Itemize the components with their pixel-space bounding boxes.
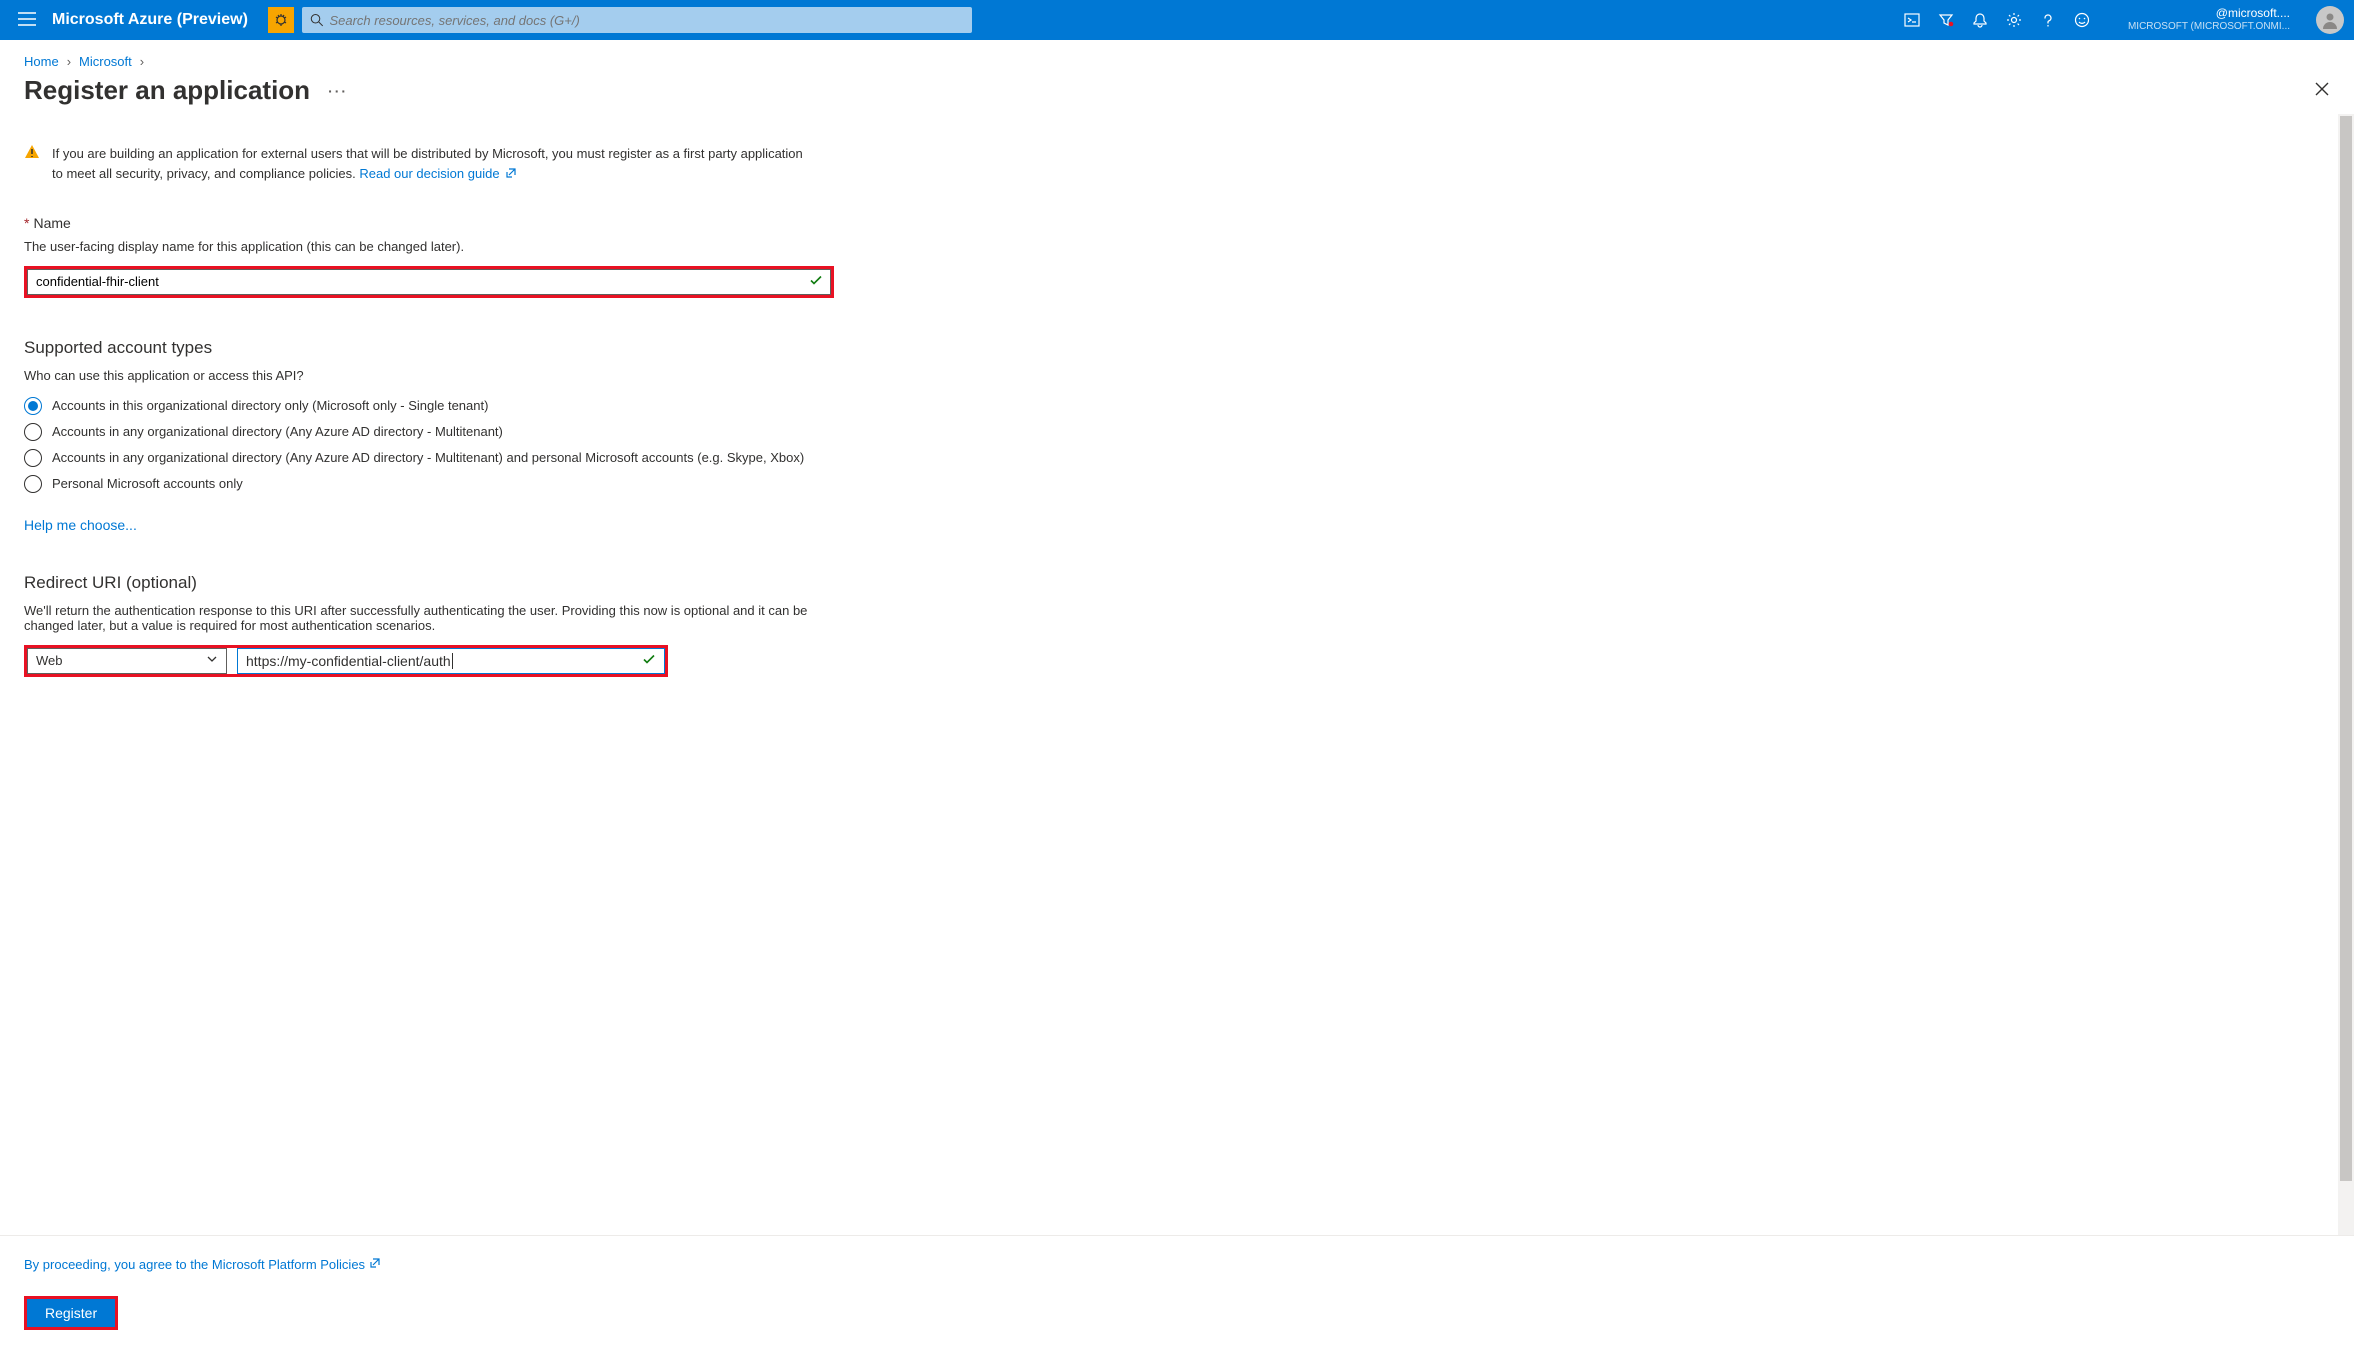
radio-multitenant[interactable]: Accounts in any organizational directory… bbox=[24, 423, 816, 441]
content-scroll-area: If you are building an application for e… bbox=[0, 114, 2354, 1236]
chevron-right-icon: › bbox=[140, 54, 144, 69]
radio-personal-only[interactable]: Personal Microsoft accounts only bbox=[24, 475, 816, 493]
global-search[interactable] bbox=[302, 7, 972, 33]
redirect-uri-input-wrap[interactable]: https://my-confidential-client/auth bbox=[237, 648, 665, 674]
redirect-heading: Redirect URI (optional) bbox=[24, 573, 816, 593]
feedback-smiley-icon[interactable] bbox=[2074, 12, 2090, 28]
account-types-question: Who can use this application or access t… bbox=[24, 368, 816, 383]
valid-check-icon bbox=[642, 652, 656, 669]
preview-bug-icon[interactable] bbox=[268, 7, 294, 33]
scrollbar[interactable] bbox=[2338, 114, 2354, 1235]
radio-unselected-icon bbox=[24, 475, 42, 493]
decision-guide-link[interactable]: Read our decision guide bbox=[359, 166, 517, 181]
required-star-icon: * bbox=[24, 215, 29, 231]
topbar-actions: @microsoft.... MICROSOFT (MICROSOFT.ONMI… bbox=[1904, 6, 2344, 34]
help-icon[interactable] bbox=[2040, 12, 2056, 28]
platform-select[interactable]: Web bbox=[27, 648, 227, 674]
hamburger-menu-icon[interactable] bbox=[10, 4, 44, 37]
chevron-down-icon bbox=[206, 653, 218, 668]
footer: By proceeding, you agree to the Microsof… bbox=[0, 1236, 2354, 1350]
scrollbar-thumb[interactable] bbox=[2340, 116, 2352, 1181]
warning-triangle-icon bbox=[24, 144, 40, 185]
valid-check-icon bbox=[809, 273, 823, 290]
settings-gear-icon[interactable] bbox=[2006, 12, 2022, 28]
account-info[interactable]: @microsoft.... MICROSOFT (MICROSOFT.ONMI… bbox=[2128, 6, 2290, 34]
more-actions-icon[interactable]: ··· bbox=[328, 83, 348, 99]
directory-filter-icon[interactable] bbox=[1938, 12, 1954, 28]
search-icon bbox=[310, 13, 324, 27]
close-icon[interactable] bbox=[2314, 81, 2330, 100]
warning-banner: If you are building an application for e… bbox=[24, 144, 816, 185]
chevron-right-icon: › bbox=[67, 54, 71, 69]
notifications-icon[interactable] bbox=[1972, 12, 1988, 28]
platform-policies-link[interactable]: By proceeding, you agree to the Microsof… bbox=[24, 1257, 381, 1272]
radio-unselected-icon bbox=[24, 423, 42, 441]
account-directory: MICROSOFT (MICROSOFT.ONMI... bbox=[2128, 20, 2290, 34]
register-button[interactable]: Register bbox=[27, 1299, 115, 1327]
account-email: @microsoft.... bbox=[2128, 6, 2290, 20]
app-name-input[interactable] bbox=[27, 269, 831, 295]
help-me-choose-link[interactable]: Help me choose... bbox=[24, 517, 137, 533]
breadcrumb-home[interactable]: Home bbox=[24, 54, 59, 69]
redirect-uri-value: https://my-confidential-client/auth bbox=[246, 653, 451, 669]
radio-unselected-icon bbox=[24, 449, 42, 467]
cloud-shell-icon[interactable] bbox=[1904, 12, 1920, 28]
page-header: Register an application ··· bbox=[0, 75, 2354, 114]
search-input[interactable] bbox=[329, 13, 963, 28]
breadcrumb: Home › Microsoft › bbox=[0, 40, 2354, 75]
avatar-icon[interactable] bbox=[2316, 6, 2344, 34]
radio-multitenant-personal[interactable]: Accounts in any organizational directory… bbox=[24, 449, 816, 467]
radio-single-tenant[interactable]: Accounts in this organizational director… bbox=[24, 397, 816, 415]
external-link-icon bbox=[505, 165, 517, 185]
platform-value: Web bbox=[36, 653, 63, 668]
breadcrumb-microsoft[interactable]: Microsoft bbox=[79, 54, 132, 69]
name-help-text: The user-facing display name for this ap… bbox=[24, 239, 816, 254]
name-label: * Name bbox=[24, 215, 816, 231]
external-link-icon bbox=[369, 1257, 381, 1272]
azure-topbar: Microsoft Azure (Preview) @microsoft....… bbox=[0, 0, 2354, 40]
radio-selected-icon bbox=[24, 397, 42, 415]
redirect-help-text: We'll return the authentication response… bbox=[24, 603, 816, 633]
page-title: Register an application bbox=[24, 75, 310, 106]
account-types-heading: Supported account types bbox=[24, 338, 816, 358]
brand-title[interactable]: Microsoft Azure (Preview) bbox=[52, 11, 248, 29]
